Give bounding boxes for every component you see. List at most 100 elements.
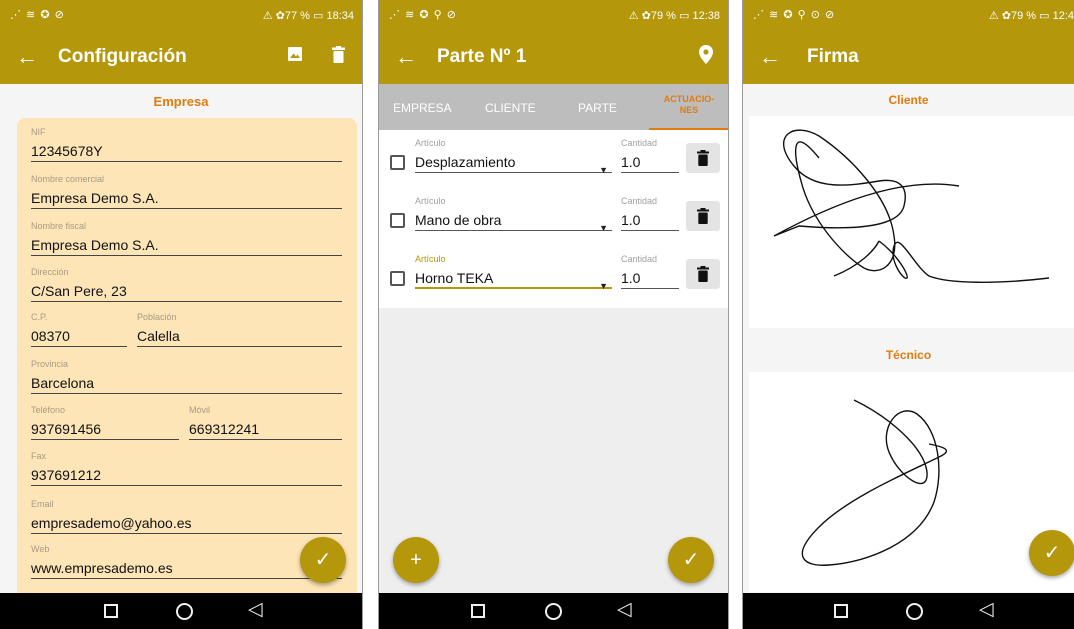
article-select[interactable]: Mano de obra ▼	[415, 209, 612, 233]
field-label: Web	[31, 544, 50, 554]
status-right: ⚠ ✿77 % ▭ 18:34	[262, 10, 354, 22]
qty-input[interactable]: 1.0	[621, 267, 679, 289]
home-icon[interactable]	[545, 603, 562, 620]
app-bar: ← Configuración	[0, 32, 362, 84]
field-value[interactable]: empresademo@yahoo.es	[31, 512, 342, 534]
web-field[interactable]: Web www.empresademo.es	[31, 544, 342, 579]
row-checkbox[interactable]	[390, 155, 405, 170]
recents-icon[interactable]	[104, 604, 118, 618]
movil-field[interactable]: Móvil 669312241	[189, 405, 342, 440]
dropdown-caret-icon: ▼	[599, 223, 608, 233]
row-checkbox[interactable]	[390, 213, 405, 228]
nav-back-icon[interactable]: ◁	[617, 600, 632, 620]
recents-icon[interactable]	[471, 604, 485, 618]
app-bar: ← Firma	[743, 32, 1074, 84]
tab-bar: EMPRESA CLIENTE PARTE ACTUACIO- NES	[379, 84, 728, 130]
qty-input[interactable]: 1.0	[621, 151, 679, 173]
signal-icons: ⋰ ≋ ✪ ⊘	[10, 9, 65, 21]
status-bar: ⋰ ≋ ✪ ⊘ ⚠ ✿77 % ▭ 18:34	[0, 0, 362, 32]
status-bar: ⋰ ≋ ✪ ⚲ ⊘ ⚠ ✿79 % ▭ 12:38	[379, 0, 728, 32]
firma-screen: ⋰ ≋ ✪ ⚲ ⊙ ⊘ ⚠ ✿79 % ▭ 12:4 ← Firma Clien…	[742, 0, 1074, 629]
parte-screen: ⋰ ≋ ✪ ⚲ ⊘ ⚠ ✿79 % ▭ 12:38 ← Parte Nº 1 E…	[378, 0, 729, 629]
tab-empresa[interactable]: EMPRESA	[393, 101, 452, 115]
field-value[interactable]: www.empresademo.es	[31, 557, 342, 579]
signal-icons: ⋰ ≋ ✪ ⚲ ⊘	[389, 9, 457, 21]
nombre-fiscal-field[interactable]: Nombre fiscal Empresa Demo S.A.	[31, 221, 342, 256]
back-arrow-icon[interactable]: ←	[16, 45, 38, 69]
back-arrow-icon[interactable]: ←	[395, 45, 417, 69]
poblacion-field[interactable]: Población Calella	[137, 312, 342, 347]
field-label: Móvil	[189, 405, 211, 415]
qty-label: Cantidad	[621, 196, 658, 206]
provincia-field[interactable]: Provincia Barcelona	[31, 359, 342, 394]
nombre-comercial-field[interactable]: Nombre comercial Empresa Demo S.A.	[31, 174, 342, 209]
home-icon[interactable]	[176, 603, 193, 620]
field-label: Email	[31, 499, 54, 509]
field-value[interactable]: 08370	[31, 325, 127, 347]
page-title: Parte Nº 1	[437, 46, 527, 67]
trash-icon[interactable]	[332, 46, 345, 68]
field-value[interactable]: Calella	[137, 325, 342, 347]
qty-label: Cantidad	[621, 254, 658, 264]
field-value[interactable]: 12345678Y	[31, 140, 342, 162]
field-value[interactable]: 669312241	[189, 418, 342, 440]
field-value[interactable]: C/San Pere, 23	[31, 280, 342, 302]
nif-field[interactable]: NIF 12345678Y	[31, 127, 342, 162]
tab-actuaciones[interactable]: ACTUACIO- NES	[657, 94, 721, 116]
tecnico-signature-pad[interactable]	[749, 372, 1074, 592]
fax-field[interactable]: Fax 937691212	[31, 451, 342, 486]
field-value[interactable]: 937691212	[31, 464, 342, 486]
list-item: Artículo Desplazamiento ▼ Cantidad 1.0	[379, 135, 728, 191]
article-value: Desplazamiento	[415, 154, 516, 170]
dropdown-caret-icon: ▼	[599, 281, 608, 291]
tecnico-label: Técnico	[885, 348, 932, 362]
nav-back-icon[interactable]: ◁	[248, 600, 263, 620]
field-value[interactable]: 937691456	[31, 418, 179, 440]
image-icon[interactable]	[287, 46, 303, 67]
add-button[interactable]: +	[393, 537, 439, 583]
back-arrow-icon[interactable]: ←	[759, 45, 781, 69]
field-label: Población	[137, 312, 177, 322]
field-value[interactable]: Barcelona	[31, 372, 342, 394]
tab-cliente[interactable]: CLIENTE	[485, 101, 536, 115]
field-label: Fax	[31, 451, 47, 461]
cp-field[interactable]: C.P. 08370	[31, 312, 127, 347]
recents-icon[interactable]	[834, 604, 848, 618]
article-select[interactable]: Horno TEKA ▼	[415, 267, 612, 291]
article-label: Artículo	[415, 138, 446, 148]
confirm-button[interactable]: ✓	[1029, 530, 1074, 576]
delete-button[interactable]	[686, 201, 720, 231]
nav-back-icon[interactable]: ◁	[979, 600, 994, 620]
confirm-button[interactable]: ✓	[668, 537, 714, 583]
delete-button[interactable]	[686, 259, 720, 289]
list-item: Artículo Mano de obra ▼ Cantidad 1.0	[379, 193, 728, 249]
actuaciones-list: Artículo Desplazamiento ▼ Cantidad 1.0 Ar…	[379, 130, 728, 308]
confirm-button[interactable]: ✓	[300, 537, 346, 583]
email-field[interactable]: Email empresademo@yahoo.es	[31, 499, 342, 534]
delete-button[interactable]	[686, 143, 720, 173]
home-icon[interactable]	[906, 603, 923, 620]
cliente-signature-pad[interactable]	[749, 116, 1074, 328]
field-value[interactable]: Empresa Demo S.A.	[31, 187, 342, 209]
trash-icon	[697, 150, 709, 166]
qty-input[interactable]: 1.0	[621, 209, 679, 231]
telefono-field[interactable]: Teléfono 937691456	[31, 405, 179, 440]
cliente-label: Cliente	[888, 93, 929, 107]
article-label: Artículo	[415, 196, 446, 206]
field-value[interactable]: Empresa Demo S.A.	[31, 234, 342, 256]
page-title: Firma	[807, 46, 859, 67]
page-title: Configuración	[58, 46, 187, 67]
row-checkbox[interactable]	[390, 271, 405, 286]
tab-parte[interactable]: PARTE	[578, 101, 617, 115]
list-item: Artículo Horno TEKA ▼ Cantidad 1.0	[379, 249, 728, 305]
location-pin-icon[interactable]	[699, 45, 713, 69]
article-select[interactable]: Desplazamiento ▼	[415, 151, 612, 175]
article-value: Horno TEKA	[415, 270, 494, 286]
field-label: Dirección	[31, 267, 69, 277]
signal-icons: ⋰ ≋ ✪ ⚲ ⊙ ⊘	[753, 9, 836, 21]
status-right: ⚠ ✿79 % ▭ 12:38	[628, 10, 720, 22]
article-value: Mano de obra	[415, 212, 502, 228]
status-right: ⚠ ✿79 % ▭ 12:4	[988, 10, 1074, 22]
direccion-field[interactable]: Dirección C/San Pere, 23	[31, 267, 342, 302]
trash-icon	[697, 208, 709, 224]
